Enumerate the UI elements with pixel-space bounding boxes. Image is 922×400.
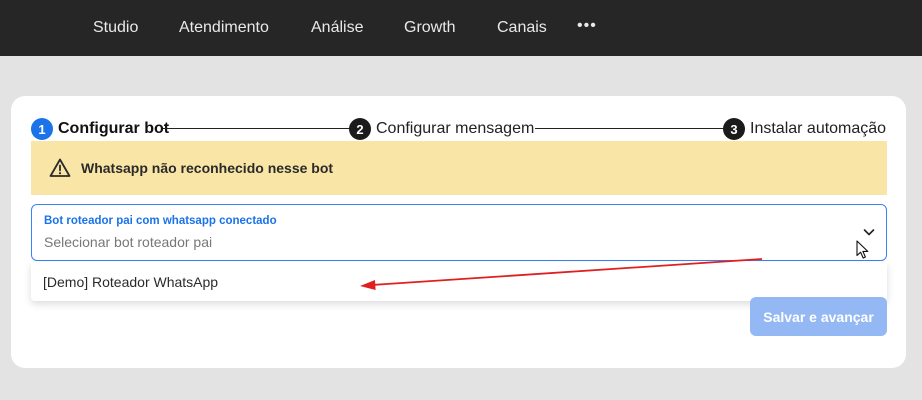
step-number: 1 xyxy=(31,118,53,140)
nav-item-analise[interactable]: Análise xyxy=(311,18,363,38)
nav-item-studio[interactable]: Studio xyxy=(93,18,138,38)
select-placeholder: Selecionar bot roteador pai xyxy=(44,234,213,250)
chevron-down-icon[interactable] xyxy=(862,225,876,239)
top-navbar: Studio Atendimento Análise Growth Canais… xyxy=(0,0,922,56)
step-label: Configurar mensagem xyxy=(376,120,535,137)
step-configurar-bot: 1 Configurar bot xyxy=(31,117,169,141)
step-label: Instalar automação xyxy=(750,120,887,137)
mouse-cursor-icon xyxy=(856,240,870,260)
warning-alert: Whatsapp não reconhecido nesse bot xyxy=(31,141,887,195)
step-connector xyxy=(163,128,350,129)
alert-message: Whatsapp não reconhecido nesse bot xyxy=(81,160,334,176)
step-configurar-mensagem: 2 Configurar mensagem xyxy=(349,117,534,141)
step-label: Configurar bot xyxy=(58,120,170,137)
step-connector xyxy=(535,128,723,129)
nav-item-canais[interactable]: Canais xyxy=(497,18,547,38)
select-dropdown: [Demo] Roteador WhatsApp xyxy=(31,262,887,301)
select-label: Bot roteador pai com whatsapp conectado xyxy=(44,215,277,227)
step-number: 2 xyxy=(349,118,371,140)
step-instalar-automacao: 3 Instalar automação xyxy=(723,117,886,141)
warning-icon xyxy=(49,157,71,179)
save-and-advance-button[interactable]: Salvar e avançar xyxy=(750,297,887,336)
parent-bot-select[interactable]: Bot roteador pai com whatsapp conectado … xyxy=(31,204,887,261)
nav-item-atendimento[interactable]: Atendimento xyxy=(179,18,269,38)
more-options-icon[interactable]: ••• xyxy=(577,17,597,35)
step-number: 3 xyxy=(723,118,745,140)
nav-item-growth[interactable]: Growth xyxy=(404,18,456,38)
dropdown-option-demo-roteador[interactable]: [Demo] Roteador WhatsApp xyxy=(43,274,218,290)
